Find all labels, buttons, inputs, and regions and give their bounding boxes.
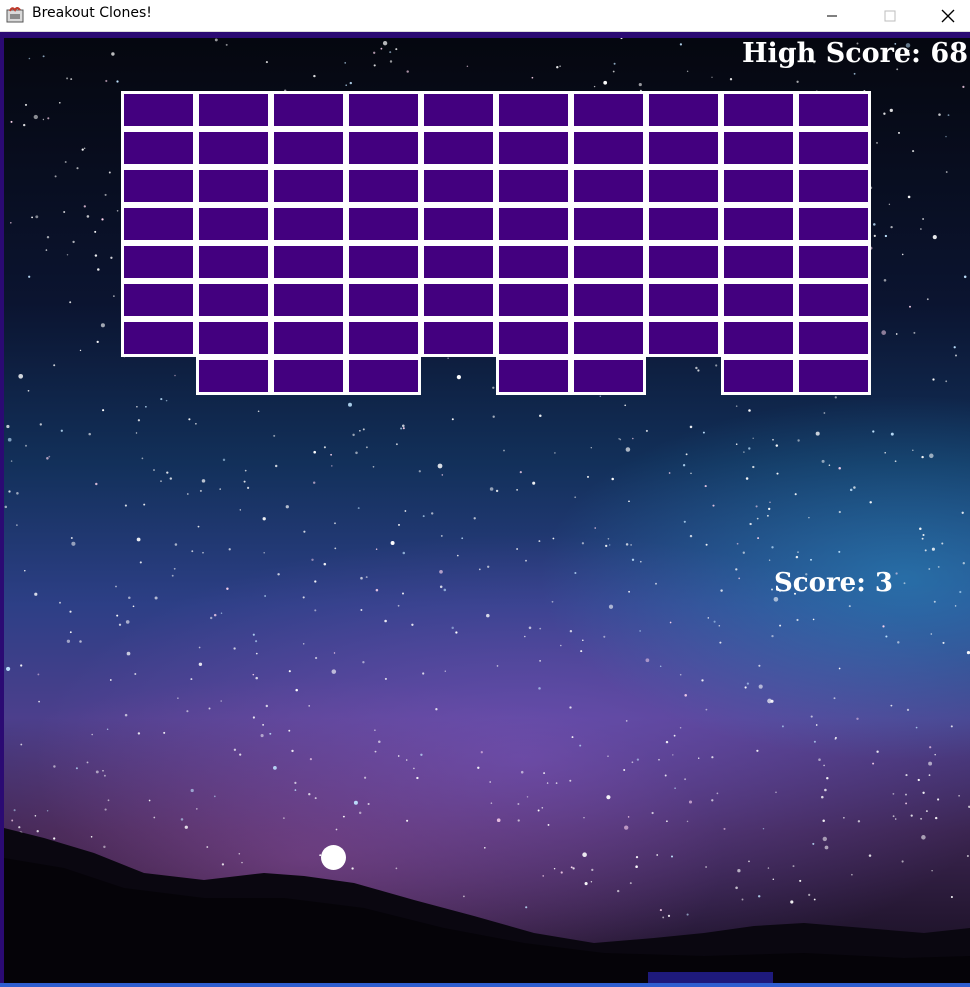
- brick: [421, 129, 496, 167]
- brick: [346, 357, 421, 395]
- brick: [196, 281, 271, 319]
- brick: [496, 281, 571, 319]
- high-score-label: High Score: 68: [742, 38, 968, 69]
- brick: [796, 243, 871, 281]
- minimize-icon: [827, 15, 837, 16]
- brick: [421, 281, 496, 319]
- brick: [496, 243, 571, 281]
- brick: [121, 281, 196, 319]
- ball: [321, 845, 346, 870]
- brick: [346, 91, 421, 129]
- brick: [721, 319, 796, 357]
- brick: [496, 91, 571, 129]
- brick: [196, 91, 271, 129]
- brick: [646, 319, 721, 357]
- close-icon: [941, 9, 955, 22]
- brick: [271, 129, 346, 167]
- score-label: Score: 3: [774, 568, 893, 598]
- brick: [421, 91, 496, 129]
- brick: [271, 243, 346, 281]
- window-titlebar: Breakout Clones!: [0, 0, 970, 32]
- brick: [721, 281, 796, 319]
- brick: [646, 167, 721, 205]
- brick: [346, 129, 421, 167]
- brick: [271, 281, 346, 319]
- brick: [571, 205, 646, 243]
- brick: [271, 357, 346, 395]
- brick: [571, 243, 646, 281]
- brick: [346, 205, 421, 243]
- brick: [646, 281, 721, 319]
- paddle[interactable]: [648, 972, 773, 983]
- brick: [496, 129, 571, 167]
- brick: [646, 129, 721, 167]
- brick: [346, 319, 421, 357]
- close-button[interactable]: [920, 0, 970, 31]
- brick: [721, 357, 796, 395]
- brick: [496, 357, 571, 395]
- brick: [121, 243, 196, 281]
- brick: [721, 91, 796, 129]
- brick: [496, 319, 571, 357]
- game-canvas[interactable]: High Score: 68 Score: 3: [4, 38, 970, 983]
- brick: [121, 319, 196, 357]
- brick: [571, 129, 646, 167]
- maximize-button[interactable]: [862, 0, 918, 31]
- brick: [271, 91, 346, 129]
- brick: [571, 91, 646, 129]
- brick: [421, 205, 496, 243]
- brick: [421, 167, 496, 205]
- brick: [646, 205, 721, 243]
- brick: [196, 319, 271, 357]
- maximize-icon: [884, 10, 896, 21]
- brick: [571, 167, 646, 205]
- brick: [796, 281, 871, 319]
- brick: [646, 91, 721, 129]
- brick: [796, 91, 871, 129]
- minimize-button[interactable]: [804, 0, 860, 31]
- brick: [796, 357, 871, 395]
- brick: [346, 281, 421, 319]
- brick: [196, 205, 271, 243]
- brick: [571, 319, 646, 357]
- window-bottom-border: [0, 983, 970, 987]
- brick: [196, 243, 271, 281]
- brick: [796, 167, 871, 205]
- brick-grid: [121, 91, 876, 397]
- brick: [721, 129, 796, 167]
- brick: [571, 357, 646, 395]
- brick: [796, 205, 871, 243]
- window-title: Breakout Clones!: [32, 5, 152, 21]
- brick: [496, 167, 571, 205]
- brick: [271, 319, 346, 357]
- brick: [196, 129, 271, 167]
- brick: [346, 167, 421, 205]
- brick: [571, 281, 646, 319]
- brick: [496, 205, 571, 243]
- brick: [421, 319, 496, 357]
- brick: [721, 243, 796, 281]
- brick: [121, 205, 196, 243]
- brick: [196, 357, 271, 395]
- brick: [196, 167, 271, 205]
- brick: [121, 167, 196, 205]
- brick: [646, 243, 721, 281]
- brick: [421, 243, 496, 281]
- brick: [721, 205, 796, 243]
- brick: [271, 167, 346, 205]
- brick: [121, 91, 196, 129]
- java-app-icon: [6, 7, 24, 23]
- brick: [121, 129, 196, 167]
- brick: [346, 243, 421, 281]
- brick: [796, 319, 871, 357]
- brick: [271, 205, 346, 243]
- brick: [796, 129, 871, 167]
- brick: [721, 167, 796, 205]
